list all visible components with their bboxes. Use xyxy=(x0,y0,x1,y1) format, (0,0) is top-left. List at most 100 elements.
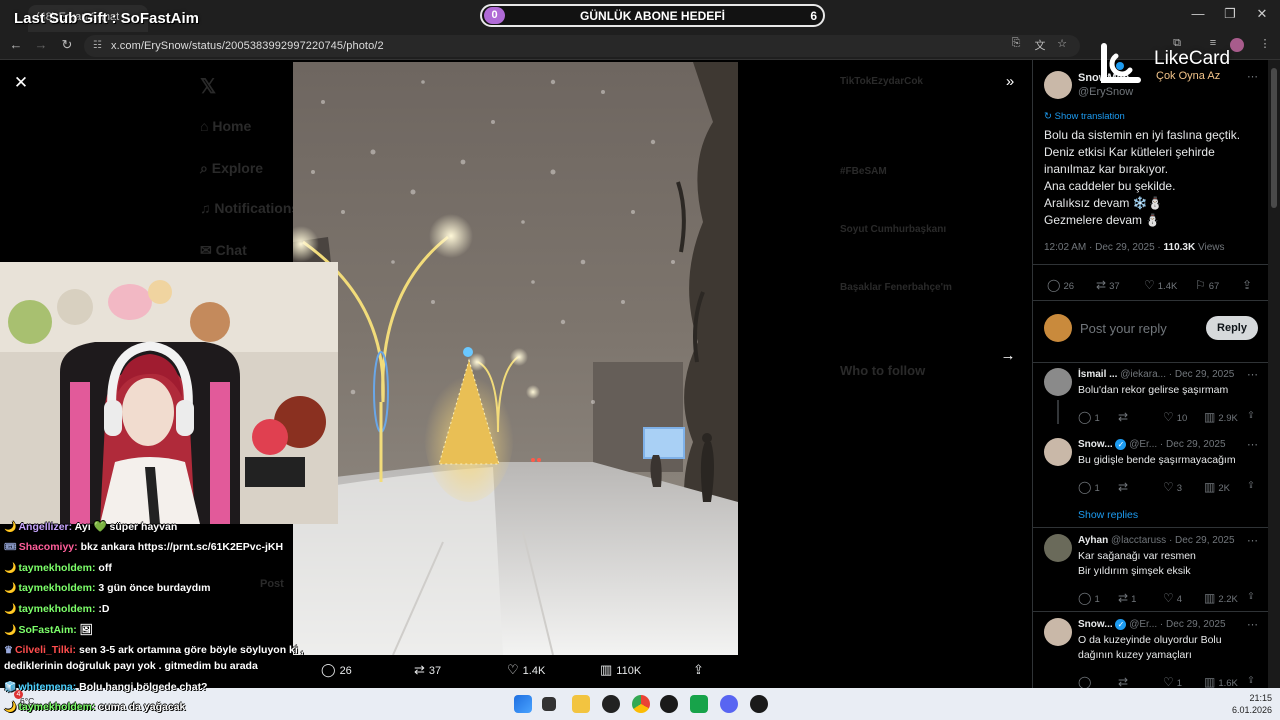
bookmark-button[interactable]: ⚐ 67 xyxy=(1195,278,1219,292)
chat-username[interactable]: taymekholdem: xyxy=(18,562,95,574)
viewer-action-bar: ◯ 26 ⇄ 37 ♡ 1.4K ▥ 110K ⇪ xyxy=(293,662,738,682)
viewer-views-button[interactable]: ▥ 110K xyxy=(600,662,641,678)
reply-like-button[interactable]: ♡ 10 xyxy=(1163,410,1187,424)
show-replies-link[interactable]: Show replies xyxy=(1078,509,1138,521)
scroll-thumb[interactable] xyxy=(1271,68,1277,208)
tweet-timestamp: 12:02 AM · Dec 29, 2025 · 110.3K Views xyxy=(1044,242,1225,253)
chat-username[interactable]: Shacomiyy: xyxy=(19,541,78,553)
reply-views-button[interactable]: ▥ 2.2K xyxy=(1204,591,1238,605)
site-info-icon[interactable]: ☷ xyxy=(93,40,102,51)
viewer-reply-button[interactable]: ◯ 26 xyxy=(321,662,352,678)
close-viewer-icon[interactable]: ✕ xyxy=(12,73,30,93)
reply-share-icon[interactable]: ⇪ xyxy=(1247,591,1255,602)
reply-avatar[interactable] xyxy=(1044,534,1072,562)
discord-icon[interactable] xyxy=(720,695,738,713)
reply-reply-button[interactable]: ◯ 1 xyxy=(1078,410,1100,424)
gog-icon[interactable] xyxy=(660,695,678,713)
chat-username[interactable]: whitemena: xyxy=(18,681,76,693)
reply-date[interactable]: · Dec 29, 2025 xyxy=(1160,439,1226,450)
reply-date[interactable]: · Dec 29, 2025 xyxy=(1169,535,1235,546)
translate-icon[interactable]: 文 xyxy=(1031,37,1049,53)
reply-repost-button[interactable]: ⇄ xyxy=(1118,480,1131,494)
heart-icon: ♡ xyxy=(1163,410,1174,424)
viewer-like-button[interactable]: ♡ 1.4K xyxy=(507,662,545,678)
chat-username[interactable]: taymekholdem: xyxy=(18,582,95,594)
reply-submit-button[interactable]: Reply xyxy=(1206,316,1258,340)
maximize-icon[interactable]: ❐ xyxy=(1220,6,1240,22)
author-handle[interactable]: @ErySnow xyxy=(1078,86,1133,98)
chat-username[interactable]: SoFastAim: xyxy=(18,624,76,636)
reply-author[interactable]: Snow... xyxy=(1078,439,1113,450)
reply-date[interactable]: · Dec 29, 2025 xyxy=(1169,369,1235,380)
url-field[interactable]: ☷ x.com/ErySnow/status/20053839929972207… xyxy=(84,35,1080,57)
arrow-right-icon[interactable]: → xyxy=(998,347,1018,364)
viewer-share-button[interactable]: ⇪ xyxy=(693,662,708,678)
reply-repost-button[interactable]: ⇄ 1 xyxy=(1118,591,1136,605)
reply-button[interactable]: ◯ 26 xyxy=(1047,278,1074,292)
reply-author[interactable]: İsmail ... xyxy=(1078,369,1117,380)
reply-repost-button[interactable]: ⇄ xyxy=(1118,410,1131,424)
reply-reply-button[interactable]: ◯ 1 xyxy=(1078,480,1100,494)
reply-like-button[interactable]: ♡ 1 xyxy=(1163,675,1182,688)
reply-author[interactable]: Snow... xyxy=(1078,619,1113,630)
repost-button[interactable]: ⇄ 37 xyxy=(1096,278,1120,292)
close-window-icon[interactable]: ✕ xyxy=(1252,6,1272,22)
like-button[interactable]: ♡ 1.4K xyxy=(1144,278,1177,292)
reply-handle[interactable]: @iekara... xyxy=(1120,369,1166,380)
reply-avatar[interactable] xyxy=(1044,438,1072,466)
reply-handle[interactable]: @lacctaruss xyxy=(1111,535,1166,546)
reply-repost-button[interactable]: ⇄ xyxy=(1118,675,1131,688)
reply-more-icon[interactable]: ⋯ xyxy=(1247,438,1258,451)
viewer-repost-button[interactable]: ⇄ 37 xyxy=(414,662,441,678)
reply-share-icon[interactable]: ⇪ xyxy=(1247,480,1255,491)
reply-handle[interactable]: @Er... xyxy=(1129,439,1157,450)
chat-badge-icon: 🌙 xyxy=(4,563,17,574)
back-icon[interactable]: ← xyxy=(6,37,26,52)
chat-username[interactable]: taymekholdem: xyxy=(18,603,95,615)
reply-more-icon[interactable]: ⋯ xyxy=(1247,368,1258,381)
reply-reply-button[interactable]: ◯ xyxy=(1078,675,1094,688)
bookmark-star-icon[interactable]: ☆ xyxy=(1053,37,1071,50)
green-app-icon[interactable] xyxy=(690,695,708,713)
reply-views-button[interactable]: ▥ 2K xyxy=(1204,480,1230,494)
obs-icon[interactable] xyxy=(602,695,620,713)
clock[interactable]: 21:15 6.01.2026 xyxy=(1222,692,1272,716)
chat-username[interactable]: Angellizer: xyxy=(18,521,72,533)
reload-icon[interactable]: ↻ xyxy=(57,37,77,53)
file-explorer-icon[interactable] xyxy=(572,695,590,713)
brand-name: LikeCard xyxy=(1154,48,1231,69)
reply-avatar[interactable] xyxy=(1044,618,1072,646)
reply-text: Bu gidişle bende şaşırmayacağım xyxy=(1078,454,1236,466)
reply-views-button[interactable]: ▥ 1.6K xyxy=(1204,675,1238,688)
expand-icon[interactable]: » xyxy=(1000,73,1020,90)
show-translation-link[interactable]: ↻ Show translation xyxy=(1044,111,1125,122)
share-button[interactable]: ⇪ xyxy=(1242,278,1255,292)
gog-galaxy-icon[interactable] xyxy=(750,695,768,713)
snow-street-photo[interactable] xyxy=(293,62,738,655)
author-avatar[interactable] xyxy=(1044,71,1072,99)
install-app-icon[interactable]: ⎘ xyxy=(1007,37,1025,50)
windows-start-icon[interactable] xyxy=(514,695,532,713)
chat-username[interactable]: Cilveli_Tilki: xyxy=(15,644,76,656)
reply-share-icon[interactable]: ⇪ xyxy=(1247,675,1255,686)
reply-like-button[interactable]: ♡ 3 xyxy=(1163,480,1182,494)
reply-icon: ◯ xyxy=(1078,675,1092,688)
reply-input[interactable]: Post your reply xyxy=(1080,321,1167,336)
weather-temp[interactable]: 6°C xyxy=(20,696,34,706)
reply-handle[interactable]: @Er... xyxy=(1129,619,1157,630)
chrome-icon[interactable] xyxy=(632,695,650,713)
chat-badge-icon: ♛ xyxy=(4,645,13,656)
forward-icon[interactable]: → xyxy=(31,37,51,52)
minimize-icon[interactable]: — xyxy=(1188,6,1208,21)
reply-views-button[interactable]: ▥ 2.9K xyxy=(1204,410,1238,424)
reply-avatar[interactable] xyxy=(1044,368,1072,396)
reply-reply-button[interactable]: ◯ 1 xyxy=(1078,591,1100,605)
reply-date[interactable]: · Dec 29, 2025 xyxy=(1160,619,1226,630)
reply-share-icon[interactable]: ⇪ xyxy=(1247,410,1255,421)
reply-more-icon[interactable]: ⋯ xyxy=(1247,534,1258,547)
reply-author[interactable]: Ayhan xyxy=(1078,535,1108,546)
reply-like-button[interactable]: ♡ 4 xyxy=(1163,591,1182,605)
scrollbar[interactable] xyxy=(1268,60,1280,688)
reply-more-icon[interactable]: ⋯ xyxy=(1247,618,1258,631)
task-view-icon[interactable] xyxy=(542,697,556,711)
